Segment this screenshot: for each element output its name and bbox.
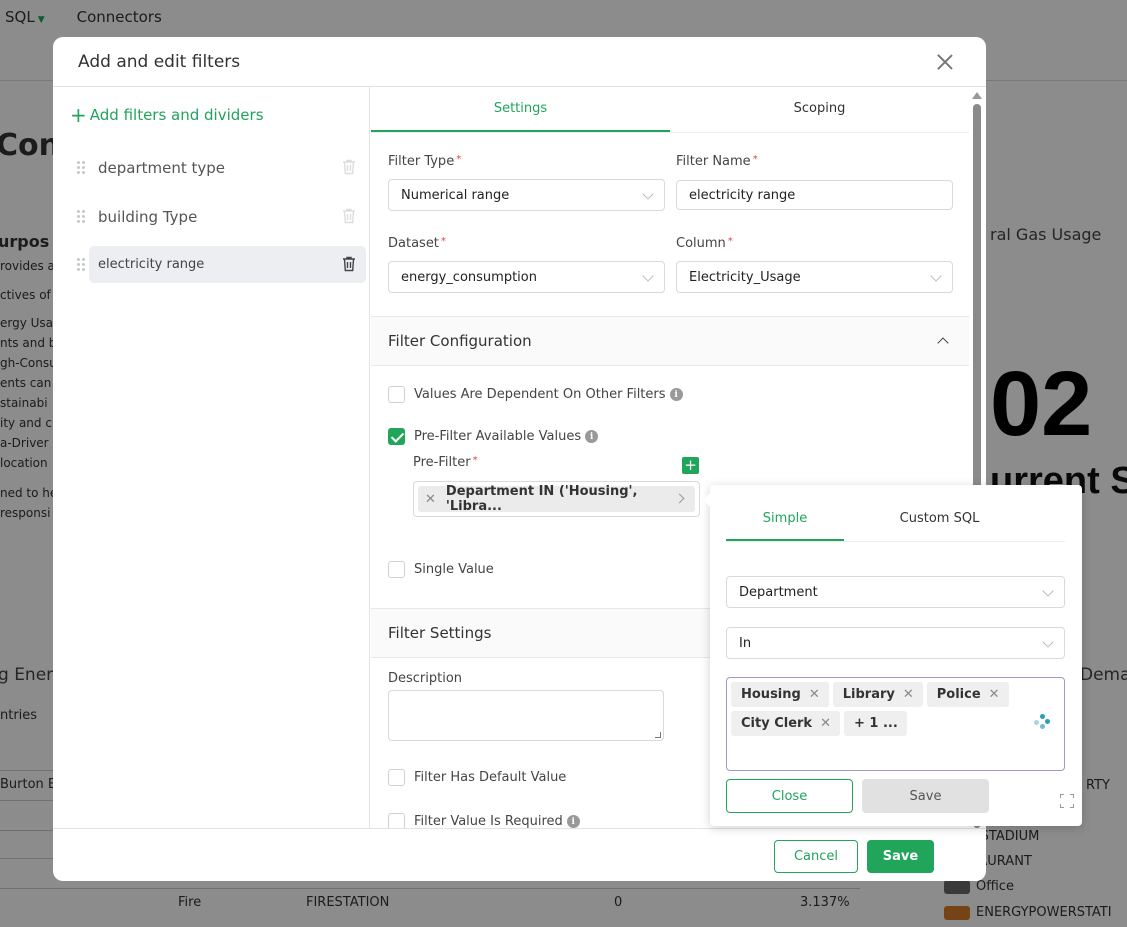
prefilter-chip-label: Department IN ('Housing', 'Libra... [445, 484, 638, 514]
has-default-checkbox[interactable] [388, 769, 405, 786]
dataset-label: Dataset * [388, 236, 446, 251]
modal-title: Add and edit filters [78, 51, 241, 72]
filter-name-label: Filter Name * [676, 154, 758, 169]
is-required-checkbox[interactable] [388, 813, 405, 828]
value-tag: Police ✕ [926, 682, 1009, 707]
filter-item-label: building Type [98, 207, 198, 226]
filter-list-pane: + Add filters and dividers department ty… [53, 87, 370, 828]
trash-icon[interactable] [342, 208, 356, 224]
settings-tabs: Settings Scoping [371, 87, 969, 133]
info-icon[interactable]: i [585, 430, 599, 443]
drag-handle-icon[interactable] [73, 209, 89, 225]
expand-icon[interactable] [1060, 794, 1074, 808]
filter-list-item[interactable]: department type [73, 149, 366, 186]
value-tag: Housing ✕ [731, 682, 829, 707]
filter-name-input[interactable]: electricity range [676, 180, 953, 210]
description-textarea[interactable] [388, 690, 664, 741]
value-tag: Library ✕ [832, 682, 923, 707]
remove-tag-icon[interactable]: ✕ [809, 687, 820, 702]
is-required-row: Filter Value Is Required i [388, 813, 580, 828]
column-select[interactable]: Electricity_Usage [676, 261, 953, 293]
add-filters-button[interactable]: + Add filters and dividers [70, 105, 264, 125]
column-label: Column * [676, 236, 733, 251]
has-default-label: Filter Has Default Value [414, 770, 567, 785]
drag-handle-icon[interactable] [73, 257, 89, 273]
values-dependent-row: Values Are Dependent On Other Filters i [388, 386, 683, 403]
operator-select[interactable]: In [726, 627, 1065, 659]
prefilter-list: ✕ Department IN ('Housing', 'Libra... [413, 481, 700, 517]
chevron-down-icon [930, 270, 942, 282]
plus-icon: + [70, 103, 87, 127]
tab-scoping[interactable]: Scoping [670, 87, 969, 132]
filter-type-label: Filter Type * [388, 154, 462, 169]
remove-tag-icon[interactable]: ✕ [989, 687, 1000, 702]
prefilter-chip[interactable]: ✕ Department IN ('Housing', 'Libra... [418, 484, 695, 514]
trash-icon[interactable] [342, 159, 356, 175]
prefilter-popover: Simple Custom SQL Department In Housing ✕… [703, 485, 1082, 826]
chevron-down-icon [1042, 585, 1054, 597]
tab-settings[interactable]: Settings [371, 87, 670, 132]
filter-settings-title: Filter Settings [388, 624, 492, 642]
remove-icon[interactable]: ✕ [425, 492, 436, 507]
cancel-button[interactable]: Cancel [774, 840, 858, 873]
filter-list-item-active[interactable]: electricity range [73, 246, 366, 283]
popover-tabs: Simple Custom SQL [726, 497, 1065, 542]
chevron-up-icon[interactable] [937, 337, 949, 349]
filter-item-label: electricity range [98, 257, 205, 272]
value-tag: City Clerk ✕ [731, 711, 840, 736]
tab-custom-sql[interactable]: Custom SQL [844, 497, 1065, 541]
add-prefilter-button[interactable]: + [682, 457, 699, 474]
values-multiselect[interactable]: Housing ✕ Library ✕ Police ✕ City Clerk ✕ + 1 .… [726, 677, 1065, 771]
filter-configuration-header[interactable]: Filter Configuration [371, 316, 969, 366]
filter-list-item[interactable]: building Type [73, 198, 366, 235]
popover-save-button[interactable]: Save [862, 779, 989, 813]
save-button[interactable]: Save [867, 840, 934, 873]
popover-close-button[interactable]: Close [726, 779, 853, 813]
drag-handle-icon[interactable] [73, 160, 89, 176]
remove-tag-icon[interactable]: ✕ [903, 687, 914, 702]
description-label: Description [388, 671, 463, 686]
trash-icon[interactable] [342, 256, 356, 272]
resize-handle-icon[interactable] [655, 732, 661, 738]
prefilter-available-label: Pre-Filter Available Values [414, 429, 582, 444]
add-filters-label: Add filters and dividers [89, 106, 264, 124]
is-required-label: Filter Value Is Required [414, 814, 563, 828]
filter-configuration-title: Filter Configuration [388, 332, 532, 350]
prefilter-available-checkbox[interactable] [388, 428, 405, 445]
single-value-row: Single Value [388, 561, 494, 578]
loading-spinner-icon [1034, 714, 1050, 730]
has-default-row: Filter Has Default Value [388, 769, 566, 786]
filter-item-label: department type [98, 158, 226, 177]
tab-simple[interactable]: Simple [726, 497, 844, 541]
single-value-label: Single Value [414, 562, 494, 577]
chevron-down-icon [642, 270, 654, 282]
more-tags-indicator[interactable]: + 1 ... [844, 711, 907, 736]
single-value-checkbox[interactable] [388, 561, 405, 578]
dataset-select[interactable]: energy_consumption [388, 261, 665, 293]
chevron-down-icon [642, 188, 654, 200]
filter-type-select[interactable]: Numerical range [388, 179, 665, 211]
column-select[interactable]: Department [726, 576, 1065, 608]
prefilter-label: Pre-Filter * [413, 455, 478, 470]
chevron-down-icon [1042, 636, 1054, 648]
info-icon[interactable]: i [566, 815, 580, 828]
remove-tag-icon[interactable]: ✕ [820, 716, 831, 731]
modal-footer: Cancel Save [53, 828, 986, 881]
close-icon[interactable] [934, 51, 956, 73]
values-dependent-label: Values Are Dependent On Other Filters [414, 387, 666, 402]
prefilter-available-row: Pre-Filter Available Values i [388, 428, 599, 445]
scroll-up-arrow-icon[interactable] [972, 92, 982, 99]
modal-header: Add and edit filters [53, 37, 986, 87]
info-icon[interactable]: i [669, 388, 683, 401]
values-dependent-checkbox[interactable] [388, 386, 405, 403]
